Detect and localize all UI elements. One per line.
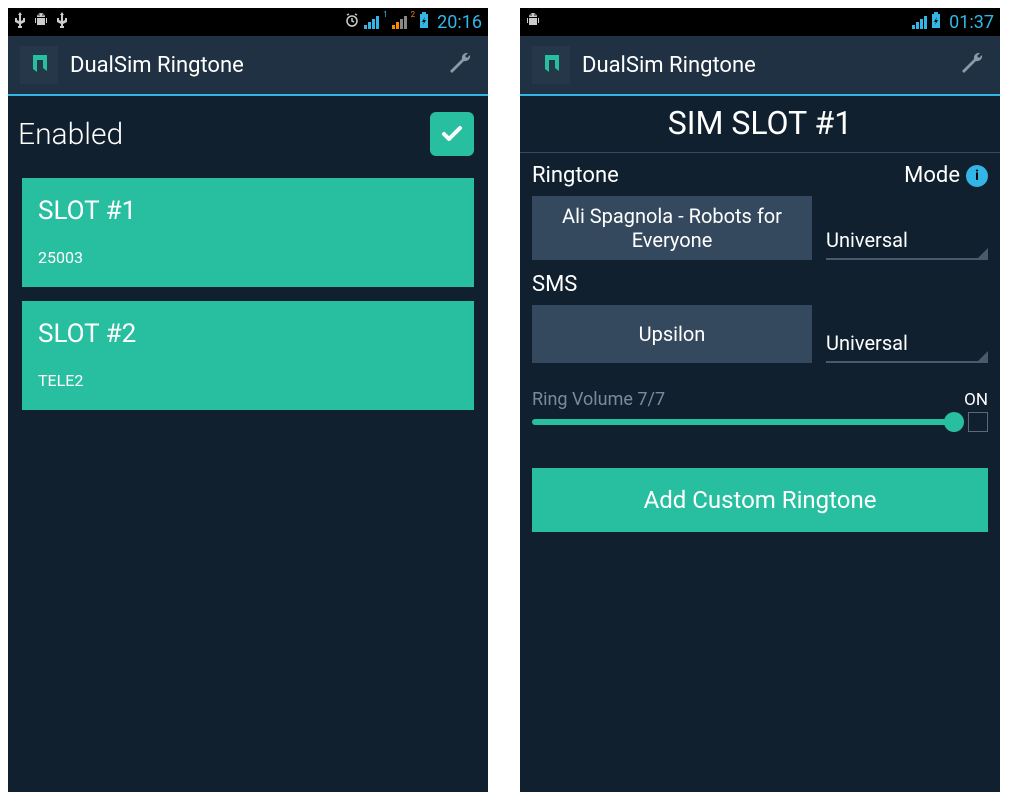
enabled-row: Enabled	[8, 96, 488, 178]
ringtone-mode-dropdown[interactable]: Universal	[826, 196, 988, 260]
signal-icon	[912, 15, 927, 29]
slot-1-subtitle: 25003	[38, 248, 458, 267]
enabled-label: Enabled	[18, 117, 123, 152]
volume-slider[interactable]	[532, 419, 954, 425]
ringtone-picker-button[interactable]: Ali Spagnola - Robots for Everyone	[532, 196, 812, 260]
signal-label-1: 1	[383, 10, 388, 19]
settings-wrench-icon[interactable]	[956, 47, 988, 83]
settings-wrench-icon[interactable]	[444, 47, 476, 83]
app-title: DualSim Ringtone	[70, 53, 244, 78]
sms-label: SMS	[532, 272, 577, 297]
slot-2-card[interactable]: SLOT #2 TELE2	[22, 301, 474, 410]
content-area: SIM SLOT #1 Ringtone Mode i Ali Spagnola…	[520, 96, 1000, 792]
signal-icon-1	[364, 15, 379, 29]
sms-mode-dropdown[interactable]: Universal	[826, 305, 988, 363]
android-icon	[34, 12, 48, 32]
slot-2-subtitle: TELE2	[38, 371, 458, 390]
sms-value: Upsilon	[639, 322, 706, 346]
ringtone-value: Ali Spagnola - Robots for Everyone	[544, 204, 800, 252]
status-time: 01:37	[949, 12, 994, 33]
slider-thumb-icon[interactable]	[944, 412, 964, 432]
app-logo-icon	[20, 46, 58, 84]
signal-icon-2	[392, 15, 407, 29]
app-bar: DualSim Ringtone	[520, 36, 1000, 96]
slot-2-title: SLOT #2	[38, 319, 458, 349]
app-title: DualSim Ringtone	[582, 53, 756, 78]
content-area: Enabled SLOT #1 25003 SLOT #2 TELE2	[8, 96, 488, 792]
phone-screen-2: 01:37 DualSim Ringtone SIM SLOT #1 Ringt…	[520, 8, 1000, 792]
mode-label: Mode	[904, 163, 960, 188]
battery-icon	[419, 12, 429, 32]
add-custom-ringtone-button[interactable]: Add Custom Ringtone	[532, 468, 988, 532]
info-icon[interactable]: i	[966, 165, 988, 187]
usb-icon	[14, 12, 26, 32]
slot-header: SIM SLOT #1	[520, 96, 1000, 153]
sms-mode-value: Universal	[826, 331, 908, 355]
enabled-checkbox[interactable]	[430, 112, 474, 156]
slot-1-title: SLOT #1	[38, 196, 458, 226]
ringtone-label: Ringtone	[532, 163, 619, 188]
ringtone-mode-value: Universal	[826, 228, 908, 252]
add-button-label: Add Custom Ringtone	[644, 486, 877, 514]
app-logo-icon	[532, 46, 570, 84]
slot-1-card[interactable]: SLOT #1 25003	[22, 178, 474, 287]
battery-icon	[931, 12, 941, 32]
sms-picker-button[interactable]: Upsilon	[532, 305, 812, 363]
volume-label: Ring Volume 7/7	[532, 389, 665, 410]
android-icon	[526, 12, 540, 32]
usb-icon-2	[56, 12, 68, 32]
app-bar: DualSim Ringtone	[8, 36, 488, 96]
on-checkbox[interactable]	[968, 412, 988, 432]
status-time: 20:16	[437, 12, 482, 33]
phone-screen-1: 1 2 20:16 DualSim Ringtone Enabled SLOT …	[8, 8, 488, 792]
status-bar: 01:37	[520, 8, 1000, 36]
status-bar: 1 2 20:16	[8, 8, 488, 36]
on-label: ON	[964, 390, 988, 410]
alarm-icon	[344, 12, 360, 32]
signal-label-2: 2	[411, 10, 416, 19]
